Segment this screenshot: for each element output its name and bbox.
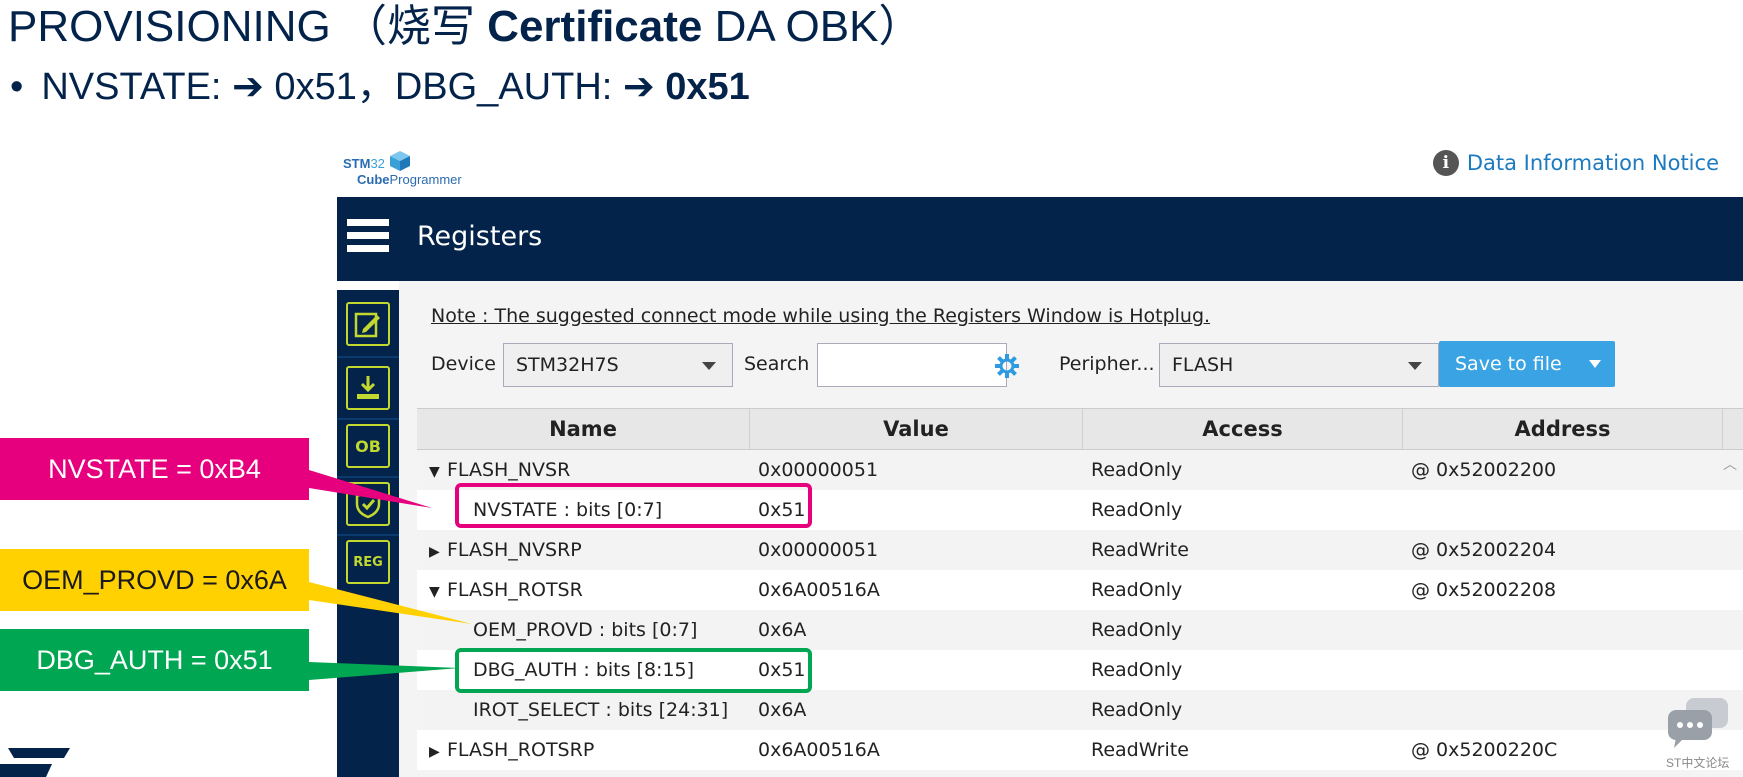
- chat-bubble-icon: [1668, 698, 1728, 748]
- nvstate-highlight: [455, 483, 812, 528]
- forum-text: ST中文论坛: [1666, 756, 1730, 770]
- nvstate-connector: [309, 470, 432, 508]
- forum-watermark: ST中文论坛: [1662, 694, 1740, 777]
- st-logo: [0, 748, 70, 777]
- callout-connectors: [309, 470, 472, 680]
- oem-provd-connector: [309, 582, 472, 624]
- dbg-auth-highlight: [455, 648, 812, 693]
- dbg-auth-connector: [309, 662, 460, 680]
